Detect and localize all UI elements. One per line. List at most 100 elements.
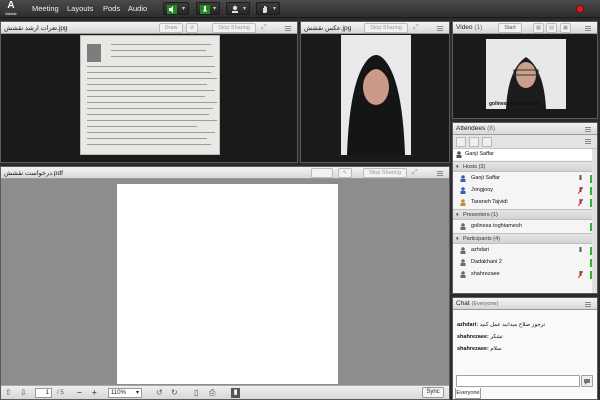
pointer-button[interactable]: ↖ — [338, 168, 352, 178]
attendees-scrollbar[interactable] — [592, 149, 597, 293]
pointer-button[interactable]: ⊘ — [186, 23, 198, 33]
attendee-name: shahrezaee — [471, 271, 500, 277]
chevron-down-icon[interactable]: ▾ — [213, 5, 216, 12]
attendee-name: golinesa toghtamesh — [471, 223, 522, 229]
video-count: (1) — [474, 24, 483, 31]
chevron-down-icon[interactable]: ▾ — [273, 5, 276, 12]
webcam-name-label: golinesa toghtamesh — [489, 101, 540, 107]
attendee-name: azhdari — [471, 247, 490, 253]
attendee-row[interactable]: azhdari — [453, 245, 597, 256]
pod-options-icon[interactable] — [585, 301, 593, 307]
single-page-icon[interactable]: ▯ — [194, 388, 198, 397]
attendees-pod: Attendees (8) Ganji Saffar ▾ Hosts (3) Ga… — [452, 122, 598, 294]
zoom-select[interactable]: 110% ▾ — [108, 388, 142, 398]
attendee-row[interactable]: golinesa toghtamesh — [453, 221, 597, 232]
webcam-person-icon — [486, 39, 566, 109]
layout-view-icon[interactable]: ▣ — [560, 23, 571, 33]
menu-layouts[interactable]: Layouts — [67, 4, 93, 13]
fullscreen-icon[interactable]: ⤢ — [261, 24, 269, 32]
chevron-down-icon: ▾ — [135, 390, 139, 396]
pod-title: درخواست نقشش.pdf — [4, 170, 63, 177]
chat-title: Chat (Everyone) — [456, 300, 498, 307]
chat-messages: azhdari: ترجوز صلاح میدانید عمل کنید sha… — [453, 310, 597, 399]
chat-tab-everyone[interactable]: Everyone — [455, 388, 481, 399]
pod-options-icon[interactable] — [285, 25, 293, 31]
attendee-row[interactable]: Jongjooy — [453, 185, 597, 196]
attendee-row[interactable]: Taraneh Tajvidi — [453, 197, 597, 208]
pod-header: Chat (Everyone) — [453, 298, 597, 310]
previous-page-icon[interactable]: ⇧ — [5, 388, 12, 397]
stop-sharing-button[interactable]: Stop Sharing — [364, 23, 408, 33]
pod-options-icon[interactable] — [585, 126, 593, 132]
raise-hand-button[interactable]: ▾ — [256, 2, 280, 15]
draw-button[interactable] — [311, 168, 333, 178]
fullscreen-icon[interactable]: ⤢ — [412, 169, 420, 177]
grid-view-icon[interactable]: ▦ — [533, 23, 544, 33]
chat-message: shahrezaee: سلام — [457, 346, 589, 353]
stop-sharing-button[interactable]: Stop Sharing — [212, 23, 256, 33]
chat-scope: (Everyone) — [471, 301, 499, 307]
microphone-icon — [200, 5, 210, 14]
menu-pods[interactable]: Pods — [103, 4, 120, 13]
attendees-menu-icon[interactable] — [585, 138, 593, 144]
pod-options-icon[interactable] — [437, 25, 445, 31]
page-number-input[interactable]: 1 — [35, 388, 52, 398]
top-menu-bar: A Adobe Meeting Layouts Pods Audio ▾ ▾ ▾… — [0, 0, 600, 18]
list-view-icon[interactable] — [456, 137, 466, 147]
chat-text: ترجوز صلاح میدانید عمل کنید — [479, 322, 546, 328]
chat-title-label: Chat — [456, 300, 470, 307]
logo-text: Adobe — [5, 11, 17, 16]
video-title-label: Video — [456, 24, 473, 31]
menu-audio[interactable]: Audio — [128, 4, 147, 13]
chevron-down-icon[interactable]: ▾ — [243, 5, 246, 12]
zoom-in-icon[interactable]: + — [92, 388, 97, 397]
speaker-button[interactable]: ▾ — [163, 2, 189, 15]
sync-mode-icon[interactable]: ▮ — [231, 388, 240, 398]
participant-icon — [460, 271, 466, 278]
participants-section-header[interactable]: ▾ Participants (4) — [453, 233, 597, 244]
stop-sharing-button[interactable]: Stop Sharing — [363, 168, 407, 178]
chat-input[interactable] — [456, 375, 580, 387]
attendee-name: Ganji Saffar — [471, 175, 500, 181]
webcam-feed[interactable]: golinesa toghtamesh — [486, 39, 566, 109]
hosts-section-header[interactable]: ▾ Hosts (3) — [453, 161, 597, 172]
attendee-row[interactable]: Dadakhani 2 — [453, 257, 597, 268]
microphone-button[interactable]: ▾ — [196, 2, 220, 15]
microphone-muted-icon — [578, 199, 583, 206]
sort-icon[interactable] — [482, 137, 492, 147]
webcam-button[interactable]: ▾ — [226, 2, 250, 15]
download-icon[interactable]: ⎙ — [209, 388, 215, 397]
microphone-icon — [579, 175, 582, 180]
attendee-name: Jongjooy — [471, 187, 494, 193]
draw-button[interactable]: Draw — [159, 23, 183, 33]
attendee-row[interactable]: Ganji Saffar — [453, 173, 597, 184]
zoom-out-icon[interactable]: − — [77, 388, 82, 397]
attendee-row[interactable]: shahrezaee — [453, 269, 597, 280]
chat-pod: Chat (Everyone) azhdari: ترجوز صلاح میدا… — [452, 297, 598, 400]
sync-button[interactable]: Sync — [422, 387, 444, 398]
microphone-muted-icon — [578, 271, 583, 278]
filmstrip-view-icon[interactable]: ▤ — [546, 23, 557, 33]
next-page-icon[interactable]: ⇩ — [20, 388, 27, 397]
record-indicator-icon[interactable] — [576, 5, 584, 13]
microphone-icon — [579, 247, 582, 252]
send-message-button[interactable] — [581, 375, 593, 387]
pod-title: عکس نقشش.jpg — [304, 25, 352, 32]
fullscreen-icon[interactable]: ⤢ — [413, 24, 421, 32]
rotate-left-icon[interactable]: ↺ — [156, 388, 163, 397]
presenters-section-header[interactable]: ▾ Presenters (1) — [453, 209, 597, 220]
chevron-down-icon[interactable]: ▾ — [182, 5, 185, 12]
rotate-right-icon[interactable]: ↻ — [171, 388, 178, 397]
start-webcam-button[interactable]: Start — [498, 23, 522, 33]
share-pod-portrait-image: عکس نقشش.jpg Stop Sharing ⤢ — [300, 21, 450, 163]
logo-letter: A — [7, 0, 15, 11]
status-view-icon[interactable] — [469, 137, 479, 147]
speaker-icon — [167, 5, 177, 14]
current-user-row[interactable]: Ganji Saffar — [453, 149, 597, 160]
menu-meeting[interactable]: Meeting — [32, 4, 59, 13]
pod-options-icon[interactable] — [437, 170, 445, 176]
webcam-icon — [232, 5, 238, 13]
pod-options-icon[interactable] — [585, 25, 593, 31]
pdf-viewer[interactable] — [1, 179, 449, 385]
pod-header: عکس نقشش.jpg Stop Sharing ⤢ — [301, 22, 449, 34]
